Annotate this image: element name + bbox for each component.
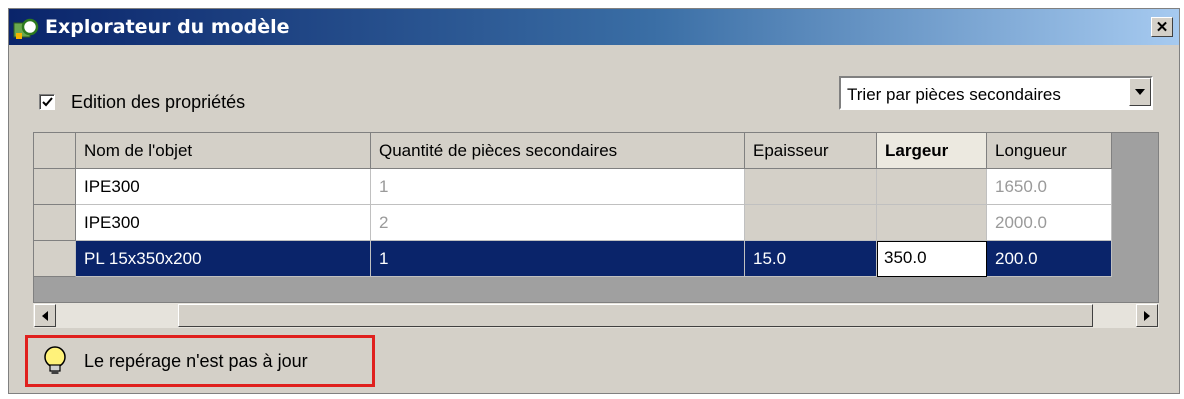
dropdown-arrow-button[interactable]: [1129, 78, 1151, 106]
sort-selected-value: Trier par pièces secondaires: [847, 85, 1061, 104]
length-cell[interactable]: 1650.0: [987, 169, 1112, 205]
row-selector[interactable]: [34, 169, 76, 205]
title-bar[interactable]: Explorateur du modèle ✕: [9, 9, 1179, 45]
arrow-left-icon: [42, 310, 48, 321]
table-row[interactable]: IPE300 1 1650.0: [34, 169, 1158, 205]
lightbulb-icon: [44, 346, 66, 374]
arrow-right-icon: [1144, 310, 1150, 321]
table-header: Nom de l'objet Quantité de pièces second…: [34, 133, 1158, 169]
scrollbar-thumb[interactable]: [178, 304, 1093, 327]
scroll-left-button[interactable]: [34, 304, 56, 327]
check-icon: [41, 96, 53, 106]
row-selector[interactable]: [34, 205, 76, 241]
quantity-cell[interactable]: 2: [371, 205, 745, 241]
quantity-cell[interactable]: 1: [371, 169, 745, 205]
model-explorer-window: Explorateur du modèle ✕ Edition des prop…: [8, 8, 1180, 394]
column-header-width[interactable]: Largeur: [877, 133, 987, 169]
column-header-length[interactable]: Longueur: [987, 133, 1112, 169]
quantity-cell[interactable]: 1: [371, 241, 745, 277]
object-name-cell[interactable]: PL 15x350x200: [76, 241, 371, 277]
edit-properties-option[interactable]: Edition des propriétés: [39, 91, 245, 113]
column-header-quantity[interactable]: Quantité de pièces secondaires: [371, 133, 745, 169]
edit-properties-checkbox[interactable]: [39, 94, 55, 110]
corner-header: [34, 133, 76, 169]
edit-properties-label: Edition des propriétés: [71, 91, 246, 112]
objects-table: Nom de l'objet Quantité de pièces second…: [33, 132, 1159, 328]
length-cell[interactable]: 2000.0: [987, 205, 1112, 241]
horizontal-scrollbar[interactable]: [33, 302, 1159, 328]
thickness-cell[interactable]: [745, 169, 877, 205]
thickness-cell[interactable]: [745, 205, 877, 241]
numbering-status: Le repérage n'est pas à jour: [25, 335, 375, 387]
width-cell[interactable]: [877, 205, 987, 241]
width-cell-editor[interactable]: 350.0: [877, 241, 987, 277]
close-button[interactable]: ✕: [1151, 17, 1173, 37]
model-explorer-icon: [13, 18, 39, 39]
table-row-selected[interactable]: PL 15x350x200 1 15.0 350.0 200.0: [34, 241, 1158, 277]
object-name-cell[interactable]: IPE300: [76, 169, 371, 205]
sort-dropdown[interactable]: Trier par pièces secondaires: [839, 76, 1153, 110]
table-row[interactable]: IPE300 2 2000.0: [34, 205, 1158, 241]
window-title: Explorateur du modèle: [45, 16, 290, 38]
close-icon: ✕: [1155, 19, 1169, 36]
status-message: Le repérage n'est pas à jour: [84, 350, 308, 371]
chevron-down-icon: [1135, 89, 1145, 95]
length-cell[interactable]: 200.0: [987, 241, 1112, 277]
scroll-right-button[interactable]: [1136, 304, 1158, 327]
column-header-name[interactable]: Nom de l'objet: [76, 133, 371, 169]
row-selector[interactable]: [34, 241, 76, 277]
thickness-cell[interactable]: 15.0: [745, 241, 877, 277]
width-cell[interactable]: [877, 169, 987, 205]
object-name-cell[interactable]: IPE300: [76, 205, 371, 241]
column-header-thickness[interactable]: Epaisseur: [745, 133, 877, 169]
